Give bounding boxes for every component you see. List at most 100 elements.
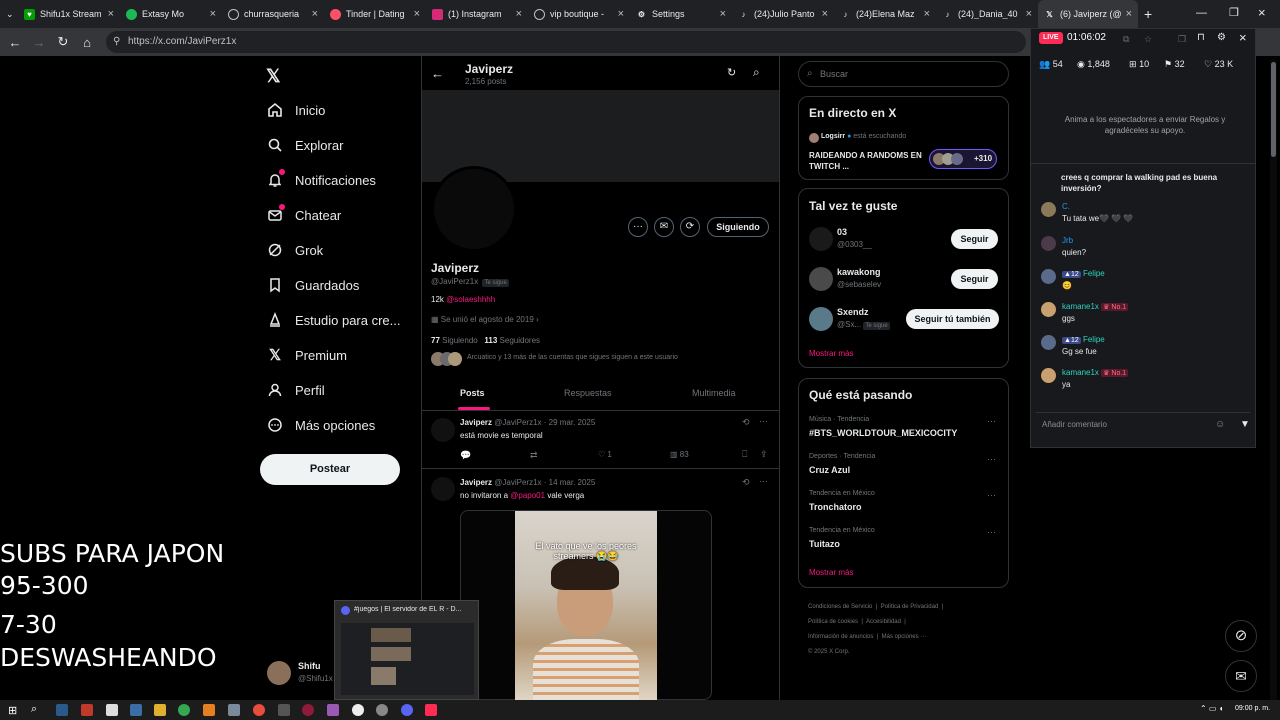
trend-name[interactable]: #BTS_WORLDTOUR_MEXICOCITY (809, 428, 957, 438)
grok-icon[interactable]: ⊘ (1225, 620, 1257, 652)
filter-icon[interactable]: ▼ (1240, 413, 1250, 437)
app-icon[interactable] (130, 704, 142, 716)
avatar[interactable] (431, 477, 455, 501)
back-icon[interactable]: ← (3, 35, 27, 50)
messages-icon[interactable]: ✉ (1225, 660, 1257, 692)
search-input[interactable]: ⌕ Buscar (798, 61, 1009, 87)
close-icon[interactable]: × (720, 8, 726, 20)
browser-tab[interactable]: ♪ (24)Julio Panto × (732, 0, 834, 28)
follow-button[interactable]: Seguir (951, 269, 998, 289)
scrollbar-thumb[interactable] (1271, 62, 1276, 157)
footer-link[interactable]: Información de anuncios (808, 634, 873, 640)
emoji-icon[interactable]: ☺ (1215, 413, 1225, 437)
close-icon[interactable]: × (1026, 8, 1032, 20)
star-icon[interactable]: ☆ (1144, 34, 1152, 45)
restore-icon[interactable]: ❐ (1229, 6, 1239, 19)
nav-item-bookmarks[interactable]: Guardados (266, 273, 359, 297)
like-button[interactable]: ♡ 1 (598, 450, 612, 459)
steam-icon[interactable] (56, 704, 68, 716)
tab-replies[interactable]: Respuestas (564, 388, 612, 398)
nav-item-premium[interactable]: 𝕏 Premium (266, 343, 347, 367)
avatar[interactable] (809, 227, 833, 251)
bookmark-icon[interactable]: ⎕ (742, 449, 747, 460)
app-icon[interactable] (352, 704, 364, 716)
lock-icon[interactable]: ⊓ (1197, 32, 1205, 43)
browser-tab[interactable]: ♪ (24)Elena Maz × (834, 0, 936, 28)
close-icon[interactable]: × (1239, 30, 1247, 45)
browser-tab[interactable]: vip boutique - × (528, 0, 630, 28)
video-frame[interactable]: El vato que ve los peores streamers 😭😂 (460, 510, 712, 701)
close-icon[interactable]: × (414, 8, 420, 20)
home-icon[interactable]: ⌂ (75, 35, 99, 50)
tab-search-button[interactable]: ⌄ (0, 0, 18, 28)
listeners-pill[interactable]: +310 (929, 149, 997, 169)
video-thumbnail[interactable]: El vato que ve los peores streamers 😭😂 (515, 511, 657, 701)
show-more-link[interactable]: Mostrar más (809, 349, 853, 358)
browser-tab[interactable]: Extasy Mo × (120, 0, 222, 28)
close-icon[interactable]: × (924, 8, 930, 20)
nav-item-grok[interactable]: Grok (266, 238, 323, 262)
avatar[interactable] (267, 661, 291, 685)
nav-item-profile[interactable]: Perfil (266, 378, 325, 402)
app-icon[interactable] (302, 704, 314, 716)
avatar[interactable] (809, 307, 833, 331)
site-info-icon[interactable]: ⚲ (113, 31, 120, 53)
avatar[interactable] (431, 418, 455, 442)
nav-item-chat[interactable]: Chatear (266, 203, 341, 227)
tiktok-icon[interactable] (425, 704, 437, 716)
app-icon[interactable] (228, 704, 240, 716)
app-icon[interactable] (327, 704, 339, 716)
folder-icon[interactable] (154, 704, 166, 716)
tab-media[interactable]: Multimedia (692, 388, 736, 398)
browser-tab[interactable]: Tinder | Dating × (324, 0, 426, 28)
message-icon[interactable]: ✉ (654, 217, 674, 237)
share-icon[interactable]: ⇪ (760, 449, 768, 460)
comment-input[interactable]: Añadir comentario ☺ ▼ (1036, 412, 1250, 438)
nav-item-explore[interactable]: Explorar (266, 133, 343, 157)
footer-link[interactable]: Condiciones de Servicio (808, 604, 872, 610)
refresh-icon[interactable]: ↻ (727, 66, 736, 79)
close-icon[interactable]: × (516, 8, 522, 20)
more-options-icon[interactable]: ··· (759, 416, 768, 426)
footer-link[interactable]: Accesibilidad (866, 619, 901, 625)
footer-link[interactable]: Política de cookies (808, 619, 858, 625)
x-logo-icon[interactable]: 𝕏 (266, 66, 281, 87)
app-icon[interactable] (278, 704, 290, 716)
settings-icon[interactable]: ⚙ (1217, 32, 1226, 43)
nav-item-more[interactable]: Más opciones (266, 413, 375, 437)
forward-icon[interactable]: → (27, 35, 51, 50)
close-icon[interactable]: × (618, 8, 624, 20)
more-options-icon[interactable]: ··· (759, 476, 768, 486)
close-icon[interactable]: × (1126, 8, 1132, 20)
scrollbar[interactable] (1270, 60, 1277, 700)
minimize-icon[interactable]: — (1196, 7, 1207, 19)
pip-icon[interactable]: ⧉ (1123, 34, 1129, 45)
search-icon[interactable]: ⌕ (31, 703, 37, 716)
window-close-icon[interactable]: × (1258, 5, 1266, 20)
back-arrow-icon[interactable]: ← (431, 66, 444, 81)
reply-icon[interactable]: 💬 (460, 450, 471, 461)
follow-back-button[interactable]: Seguir tú también (906, 309, 999, 329)
trend-name[interactable]: Tuitazo (809, 539, 840, 549)
windows-start-icon[interactable]: ⊞ (8, 704, 17, 717)
app-icon[interactable] (376, 704, 388, 716)
notify-icon[interactable]: ⟳ (680, 217, 700, 237)
browser-tab-active[interactable]: 𝕏 (6) Javiperz (@ × (1038, 0, 1138, 28)
search-icon[interactable]: ⌕ (753, 65, 760, 80)
tab-posts[interactable]: Posts (460, 388, 485, 398)
retweet-icon[interactable]: ⇄ (530, 450, 538, 461)
live-stream-title[interactable]: RAIDEANDO A RANDOMS EN TWITCH ... (809, 150, 924, 172)
following-button[interactable]: Siguiendo (707, 217, 769, 237)
follow-button[interactable]: Seguir (951, 229, 998, 249)
more-options-icon[interactable]: ··· (987, 527, 996, 537)
close-icon[interactable]: × (312, 8, 318, 20)
close-icon[interactable]: × (210, 8, 216, 20)
chrome-icon[interactable] (178, 704, 190, 716)
nav-item-notifications[interactable]: Notificaciones (266, 168, 376, 192)
footer-link[interactable]: Política de Privacidad (881, 604, 939, 610)
browser-tab[interactable]: ♥ Shifu1x Stream × (18, 0, 120, 28)
footer-link[interactable]: Más opciones ··· (882, 634, 927, 640)
profile-avatar[interactable] (431, 166, 517, 252)
close-icon[interactable]: × (822, 8, 828, 20)
discord-icon[interactable] (401, 704, 413, 716)
